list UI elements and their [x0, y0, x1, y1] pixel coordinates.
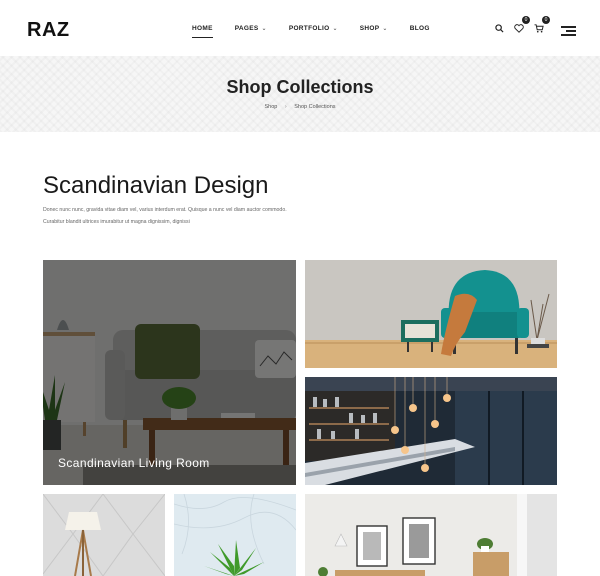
tile-label: Scandinavian Living Room — [58, 456, 210, 470]
breadcrumb: Shop › Shop Collections — [0, 104, 600, 110]
search-icon — [494, 23, 504, 33]
collection-description: Donec nunc nunc, gravida vitae diam vel,… — [43, 207, 287, 213]
hamburger-icon-line — [561, 34, 576, 36]
nav-item-blog[interactable]: BLOG — [410, 25, 430, 32]
menu-toggle-button[interactable] — [561, 26, 576, 36]
collection-tile-wall-frames[interactable] — [305, 494, 557, 576]
collection-tile-plant[interactable] — [174, 494, 296, 576]
main-nav: HOME PAGES ⌄ PORTFOLIO ⌄ SHOP ⌄ BLOG — [192, 25, 430, 38]
nav-item-pages[interactable]: PAGES ⌄ — [235, 25, 267, 32]
plant-image — [174, 494, 296, 576]
chevron-down-icon: ⌄ — [261, 26, 267, 32]
wishlist-button[interactable]: 0 — [513, 16, 530, 34]
heart-icon — [514, 23, 524, 33]
wishlist-count-badge: 0 — [522, 16, 530, 24]
collection-tile-floor-lamp[interactable] — [43, 494, 165, 576]
breadcrumb-current: Shop Collections — [294, 104, 336, 110]
armchair-image — [305, 260, 557, 368]
search-button[interactable] — [493, 22, 505, 34]
nav-label: PORTFOLIO — [288, 25, 330, 32]
site-logo[interactable]: RAZ — [27, 19, 70, 42]
page-title: Shop Collections — [226, 77, 374, 97]
header-icons: 0 0 — [493, 16, 553, 34]
chevron-down-icon: ⌄ — [382, 26, 388, 32]
nav-label: PAGES — [234, 25, 259, 32]
nav-item-home[interactable]: HOME — [192, 25, 213, 38]
nav-label: BLOG — [409, 25, 430, 32]
breadcrumb-link-shop[interactable]: Shop — [264, 104, 277, 110]
collection-tile-living-room[interactable]: Scandinavian Living Room — [43, 260, 296, 485]
site-header: RAZ HOME PAGES ⌄ PORTFOLIO ⌄ SHOP ⌄ BLOG — [0, 0, 600, 56]
cart-count-badge: 0 — [542, 16, 550, 24]
cart-icon — [534, 23, 544, 33]
chevron-down-icon: ⌄ — [332, 26, 338, 32]
floor-lamp-image — [43, 494, 165, 576]
collection-tile-armchair[interactable] — [305, 260, 557, 368]
hamburger-icon-line — [566, 30, 576, 32]
hamburger-icon-line — [561, 26, 576, 28]
living-room-image — [43, 260, 296, 485]
bar-interior-image — [305, 377, 557, 485]
nav-label: HOME — [192, 25, 213, 32]
cart-button[interactable]: 0 — [533, 16, 550, 34]
collection-title: Scandinavian Design — [43, 172, 269, 199]
wall-frames-image — [305, 494, 557, 576]
page-banner: Shop Collections Shop › Shop Collections — [0, 56, 600, 132]
nav-item-portfolio[interactable]: PORTFOLIO ⌄ — [289, 25, 338, 32]
collection-description: Curabitur blandit ultrices imurabitur ut… — [43, 219, 190, 225]
nav-item-shop[interactable]: SHOP ⌄ — [360, 25, 388, 32]
breadcrumb-separator-icon: › — [284, 104, 287, 110]
collection-tile-bar[interactable] — [305, 377, 557, 485]
nav-label: SHOP — [359, 25, 380, 32]
